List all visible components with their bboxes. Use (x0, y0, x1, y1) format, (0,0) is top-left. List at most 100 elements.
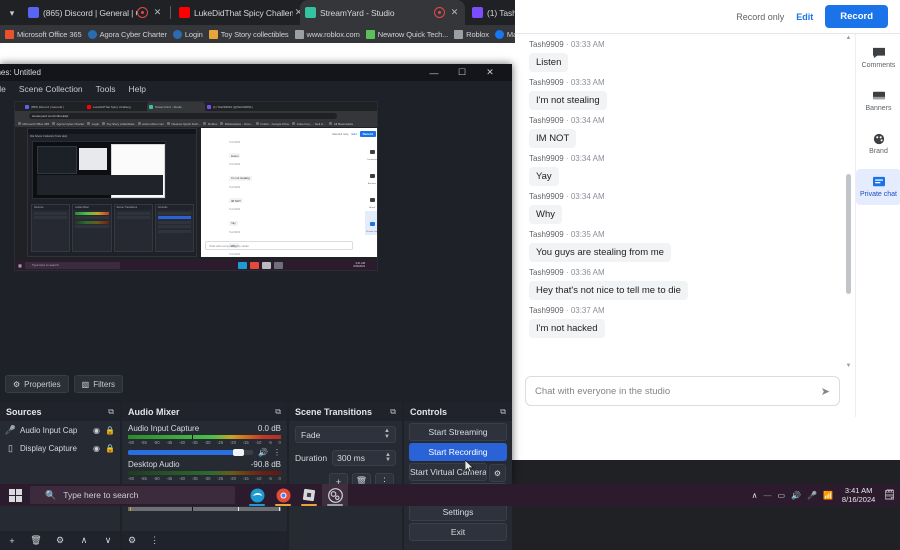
rail-item-private-chat[interactable]: Private chat (856, 169, 900, 206)
nested-obs-menu: File Scene Collection Tools Help (30, 135, 68, 138)
volume-slider[interactable] (128, 449, 254, 456)
menu-help[interactable]: Help (129, 84, 146, 94)
lock-icon[interactable]: 🔒 (105, 426, 115, 435)
search-input[interactable]: 🔍 Type here to search (30, 486, 235, 504)
source-settings-button[interactable]: ⚙ (48, 535, 72, 546)
transition-select[interactable]: Fade ▲ ▼ (295, 426, 396, 443)
menu-scene-collection[interactable]: Scene Collection (19, 84, 83, 94)
chat-text: Why (529, 205, 562, 224)
move-source-up-button[interactable]: ∧ (72, 535, 96, 546)
virtual-camera-settings-gear-icon[interactable]: ⚙ (489, 464, 506, 482)
advanced-audio-properties-icon[interactable]: ⚙ (128, 535, 136, 546)
tab-close-icon[interactable]: ✕ (449, 7, 460, 18)
chat-text: Yay (529, 167, 559, 186)
browser-tab-0[interactable]: (865) Discord | General | Ca ✕ (23, 0, 168, 25)
rail-item-brand[interactable]: Brand (856, 126, 900, 162)
mixer-menu-icon[interactable]: ⋮ (150, 535, 159, 546)
rail-item-banners[interactable]: Banners (856, 83, 900, 119)
browser-tab-1[interactable]: LukeDidThat Spicy Challenge C ✕ (174, 0, 309, 25)
mute-speaker-icon[interactable]: 🔊 (258, 448, 268, 457)
roblox-icon (302, 488, 316, 502)
start-streaming-button[interactable]: Start Streaming (409, 423, 507, 441)
browser-tab-2[interactable]: StreamYard - Studio ✕ (300, 0, 465, 25)
properties-button[interactable]: ⚙ Properties (5, 375, 69, 393)
move-source-down-button[interactable]: ∨ (96, 535, 120, 546)
properties-label: Properties (24, 379, 61, 389)
nested-tab-strip: (865) Discord | General | LukeDidThat Sp… (15, 102, 377, 111)
taskbar-app-edge[interactable] (244, 484, 270, 506)
lock-icon[interactable]: 🔒 (105, 444, 115, 453)
nested-bookmark: Toy Story collectibles (106, 121, 135, 126)
taskbar-app-chrome[interactable] (270, 484, 296, 506)
obs-minimize-button[interactable]: — (420, 64, 448, 81)
battery-icon[interactable]: ▭ (777, 491, 785, 500)
obs-close-button[interactable]: ✕ (476, 64, 504, 81)
nested-bookmark: Marketplace - Gran... (224, 121, 254, 126)
channel-db: -90.8 dB (250, 460, 281, 469)
nested-chat-text: Listen (229, 153, 241, 158)
wifi-icon[interactable]: 📶 (823, 491, 833, 500)
transitions-dock-header: Scene Transitions ⧉ (289, 402, 402, 421)
edit-button[interactable]: Edit (796, 12, 813, 22)
clock[interactable]: 3:41 AM 8/16/2024 (842, 486, 875, 505)
system-tray: ∧ — ▭ 🔊 🎤 📶 3:41 AM 8/16/2024 🗒 (749, 484, 900, 506)
start-recording-button[interactable]: Start Recording (409, 443, 507, 461)
scroll-up-icon[interactable]: ▲ (845, 34, 852, 42)
chat-message-header: Tash9909 · 03:37 AM (529, 306, 605, 315)
bookmark-item[interactable]: www.roblox.com (292, 27, 363, 42)
exit-button[interactable]: Exit (409, 523, 507, 541)
bookmark-item[interactable]: Login (170, 27, 206, 42)
volume-icon[interactable]: 🔊 (791, 491, 801, 500)
add-source-button[interactable]: + (0, 536, 24, 546)
chat-message-list[interactable]: Tash9909 · 03:33 AM Listen Tash9909 · 03… (515, 34, 855, 370)
taskbar-app-obs[interactable] (322, 484, 348, 506)
bookmark-item[interactable]: Newrow Quick Tech... (363, 27, 451, 42)
source-item-audio-input-capture[interactable]: 🎤 Audio Input Cap ◉ 🔒 (0, 421, 120, 439)
rail-label: Comments (861, 62, 896, 69)
microphone-icon[interactable]: 🎤 (807, 491, 817, 500)
tab-close-icon[interactable]: ✕ (152, 7, 163, 18)
tab-search-icon[interactable]: ▾ (3, 4, 21, 22)
start-virtual-camera-button[interactable]: Start Virtual Camera ⚙ (409, 463, 506, 482)
tray-expand-icon[interactable]: ∧ (752, 491, 758, 500)
tab-recording-indicator-icon (434, 7, 445, 18)
scrollbar-thumb[interactable] (846, 174, 851, 294)
transition-duration-row: Duration 300 ms ▲ ▼ (295, 450, 396, 466)
chat-message: Tash9909 · 03:36 AM Hey that's not nice … (515, 262, 855, 300)
filters-button[interactable]: ▧ Filters (73, 375, 123, 393)
stepper-icon[interactable]: ▲ ▼ (384, 428, 390, 439)
record-button[interactable]: Record (825, 5, 888, 28)
visibility-eye-icon[interactable]: ◉ (93, 444, 100, 453)
rail-item-comments[interactable]: Comments (856, 40, 900, 76)
chat-input[interactable]: Chat with everyone in the studio ➤ (525, 376, 840, 406)
bookmark-item[interactable]: Roblox (451, 27, 492, 42)
nested-toolbar: streamyard.com/rcdrnekdpi (15, 111, 377, 120)
source-item-display-capture[interactable]: ▯ Display Capture ◉ 🔒 (0, 439, 120, 457)
chat-scrollbar[interactable]: ▲ ▼ (845, 34, 852, 370)
start-button[interactable] (0, 484, 30, 506)
obs-maximize-button[interactable]: ☐ (448, 64, 476, 81)
menu-file[interactable]: file (0, 84, 6, 94)
undock-icon[interactable]: ⧉ (500, 407, 506, 417)
notification-center-icon[interactable]: 🗒 (883, 490, 896, 501)
undock-icon[interactable]: ⧉ (275, 407, 281, 417)
menu-tools[interactable]: Tools (96, 84, 116, 94)
visibility-eye-icon[interactable]: ◉ (93, 426, 100, 435)
remove-source-button[interactable]: 🗑 (24, 535, 48, 546)
scroll-down-icon[interactable]: ▼ (845, 362, 852, 370)
taskbar-app-roblox[interactable] (296, 484, 322, 506)
undock-icon[interactable]: ⧉ (390, 407, 396, 417)
office-icon (5, 29, 14, 39)
bookmark-item[interactable]: Microsoft Office 365 (2, 27, 85, 42)
undock-icon[interactable]: ⧉ (108, 407, 114, 417)
stepper-icon[interactable]: ▲ ▼ (385, 452, 391, 463)
chat-message-header: Tash9909 · 03:33 AM (529, 40, 605, 49)
duration-stepper[interactable]: 300 ms ▲ ▼ (332, 450, 396, 466)
nested-streamyard: Record only Edit Record Tash9909 Listen T… (201, 128, 377, 270)
bookmark-label: Roblox (466, 29, 489, 39)
send-icon[interactable]: ➤ (821, 385, 830, 398)
obs-preview-canvas[interactable]: (865) Discord | General | LukeDidThat Sp… (14, 101, 378, 271)
bookmark-item[interactable]: Agora Cyber Charter (85, 27, 170, 42)
channel-menu-icon[interactable]: ⋮ (273, 448, 281, 457)
bookmark-item[interactable]: Toy Story collectibles (206, 27, 292, 42)
